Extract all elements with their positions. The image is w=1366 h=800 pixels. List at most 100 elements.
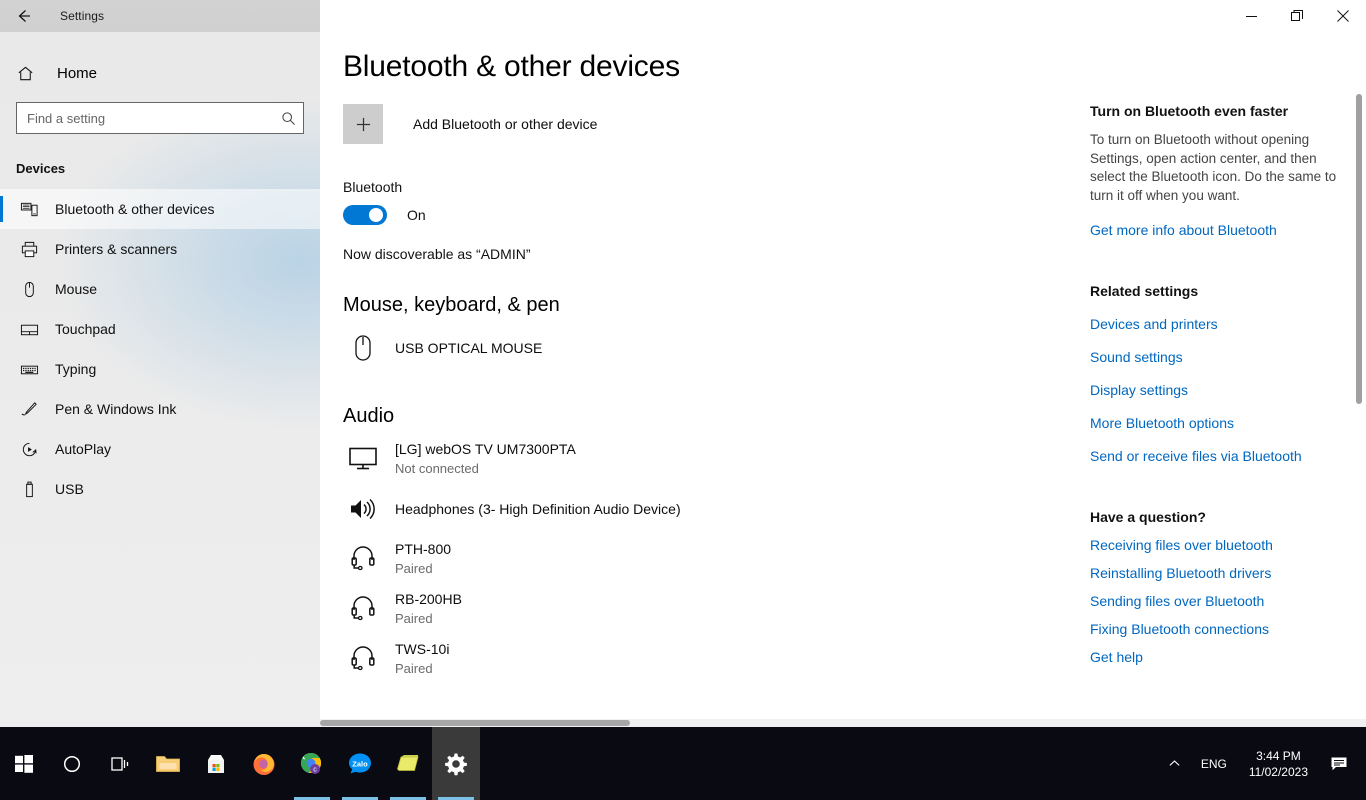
device-row[interactable]: Headphones (3- High Definition Audio Dev… [320, 484, 1020, 534]
sidebar-item-label: USB [55, 481, 84, 497]
settings-button[interactable] [432, 727, 480, 800]
device-name: TWS-10i [395, 641, 450, 657]
gear-icon [445, 753, 467, 775]
search-button[interactable] [48, 727, 96, 800]
device-status: Not connected [395, 461, 479, 476]
bluetooth-toggle[interactable] [343, 205, 387, 225]
printer-icon [16, 240, 42, 259]
svg-text:c: c [313, 766, 317, 773]
zalo-button[interactable]: Zalo [336, 727, 384, 800]
minimize-icon [1245, 15, 1257, 17]
sidebar-item-mouse[interactable]: Mouse [0, 269, 320, 309]
link-reinstalling-bluetooth-drivers[interactable]: Reinstalling Bluetooth drivers [1090, 565, 1271, 581]
link-send-receive-files-bluetooth[interactable]: Send or receive files via Bluetooth [1090, 448, 1302, 464]
device-text: TWS-10i Paired [395, 640, 449, 678]
link-get-more-info-bluetooth[interactable]: Get more info about Bluetooth [1090, 222, 1277, 238]
search-input[interactable] [16, 102, 304, 134]
sidebar-item-autoplay[interactable]: AutoPlay [0, 429, 320, 469]
search-box [16, 102, 304, 134]
title-bar-left: Settings [0, 0, 320, 32]
start-button[interactable] [0, 727, 48, 800]
language-label: ENG [1200, 756, 1227, 771]
device-name: RB-200HB [395, 591, 462, 607]
restore-icon [1291, 10, 1303, 21]
sidebar-item-printers-scanners[interactable]: Printers & scanners [0, 229, 320, 269]
settings-window: Settings Home Find a setting Devices Blu… [0, 0, 1366, 800]
sidebar-item-label: AutoPlay [55, 441, 112, 457]
tray-expand-button[interactable] [1158, 727, 1191, 800]
headset-icon [343, 594, 383, 624]
device-name: Headphones (3- High Definition Audio Dev… [395, 500, 681, 517]
sidebar-item-typing[interactable]: Typing [0, 349, 320, 389]
folder-icon [156, 755, 180, 772]
taskbar: c Zalo ENG 3:44 PM 11/02/2023 [0, 727, 1366, 800]
sidebar: Home Devices [0, 32, 320, 727]
back-button[interactable] [0, 0, 48, 32]
toggle-knob [369, 208, 383, 222]
device-status: Paired [395, 561, 433, 576]
device-text: PTH-800 Paired [395, 540, 451, 578]
headset-icon [343, 544, 383, 574]
restore-button[interactable] [1274, 0, 1320, 32]
device-name: USB OPTICAL MOUSE [395, 339, 543, 356]
device-row[interactable]: USB OPTICAL MOUSE [320, 323, 1020, 373]
clock[interactable]: 3:44 PM 11/02/2023 [1237, 727, 1320, 800]
link-get-help[interactable]: Get help [1090, 649, 1143, 665]
chrome-icon: c [300, 752, 322, 774]
device-status: Paired [395, 611, 433, 626]
faster-heading: Turn on Bluetooth even faster [1090, 103, 1289, 119]
clock-date: 11/02/2023 [1248, 764, 1308, 779]
minimize-button[interactable] [1228, 0, 1274, 32]
firefox-button[interactable] [240, 727, 288, 800]
link-more-bluetooth-options[interactable]: More Bluetooth options [1090, 415, 1234, 431]
notification-icon [1331, 757, 1347, 770]
device-text: [LG] webOS TV UM7300PTA Not connected [395, 440, 576, 478]
right-info-panel: Turn on Bluetooth even faster To turn on… [1090, 32, 1350, 727]
headset-icon [343, 644, 383, 674]
sidebar-item-pen-windows-ink[interactable]: Pen & Windows Ink [0, 389, 320, 429]
link-sending-files-over-bluetooth[interactable]: Sending files over Bluetooth [1090, 593, 1264, 609]
vertical-scrollbar[interactable] [1352, 32, 1366, 727]
bluetooth-devices-icon [16, 200, 42, 219]
sidebar-item-label: Typing [55, 361, 97, 377]
touchpad-icon [16, 320, 42, 339]
link-receiving-files-over-bluetooth[interactable]: Receiving files over bluetooth [1090, 537, 1273, 553]
keyboard-icon [16, 360, 42, 379]
sidebar-item-label: Touchpad [55, 321, 116, 337]
device-name: PTH-800 [395, 541, 452, 557]
file-explorer-button[interactable] [144, 727, 192, 800]
sidebar-item-usb[interactable]: USB [0, 469, 320, 509]
link-fixing-bluetooth-connections[interactable]: Fixing Bluetooth connections [1090, 621, 1269, 637]
horizontal-scrollbar-thumb[interactable] [320, 720, 630, 726]
vertical-scrollbar-thumb[interactable] [1356, 94, 1362, 404]
note-icon [397, 754, 419, 771]
close-button[interactable] [1320, 0, 1366, 32]
chevron-up-icon [1169, 760, 1180, 766]
faster-body: To turn on Bluetooth without opening Set… [1090, 132, 1337, 203]
link-devices-and-printers[interactable]: Devices and printers [1090, 316, 1218, 332]
sidebar-item-label: Pen & Windows Ink [55, 401, 177, 417]
sidebar-item-home[interactable]: Home [0, 53, 320, 93]
back-arrow-icon [18, 10, 30, 22]
horizontal-scrollbar[interactable] [320, 719, 1366, 727]
device-row[interactable]: PTH-800 Paired [320, 534, 1020, 584]
task-view-button[interactable] [96, 727, 144, 800]
sidebar-item-bluetooth-other-devices[interactable]: Bluetooth & other devices [0, 189, 320, 229]
add-bluetooth-device-button[interactable]: Add Bluetooth or other device [343, 104, 863, 144]
device-row[interactable]: TWS-10i Paired [320, 634, 1020, 684]
search-icon[interactable] [274, 103, 303, 133]
language-indicator[interactable]: ENG [1191, 727, 1237, 800]
autoplay-icon [16, 440, 42, 459]
device-row[interactable]: [LG] webOS TV UM7300PTA Not connected [320, 434, 1020, 484]
sidebar-item-touchpad[interactable]: Touchpad [0, 309, 320, 349]
notification-center-button[interactable] [1320, 727, 1358, 800]
link-sound-settings[interactable]: Sound settings [1090, 349, 1183, 365]
sticky-notes-button[interactable] [384, 727, 432, 800]
sidebar-item-label: Bluetooth & other devices [55, 201, 215, 217]
circle-search-icon [63, 755, 81, 772]
microsoft-store-button[interactable] [192, 727, 240, 800]
google-chrome-button[interactable]: c [288, 727, 336, 800]
device-row[interactable]: RB-200HB Paired [320, 584, 1020, 634]
store-icon [208, 754, 224, 773]
link-display-settings[interactable]: Display settings [1090, 382, 1188, 398]
